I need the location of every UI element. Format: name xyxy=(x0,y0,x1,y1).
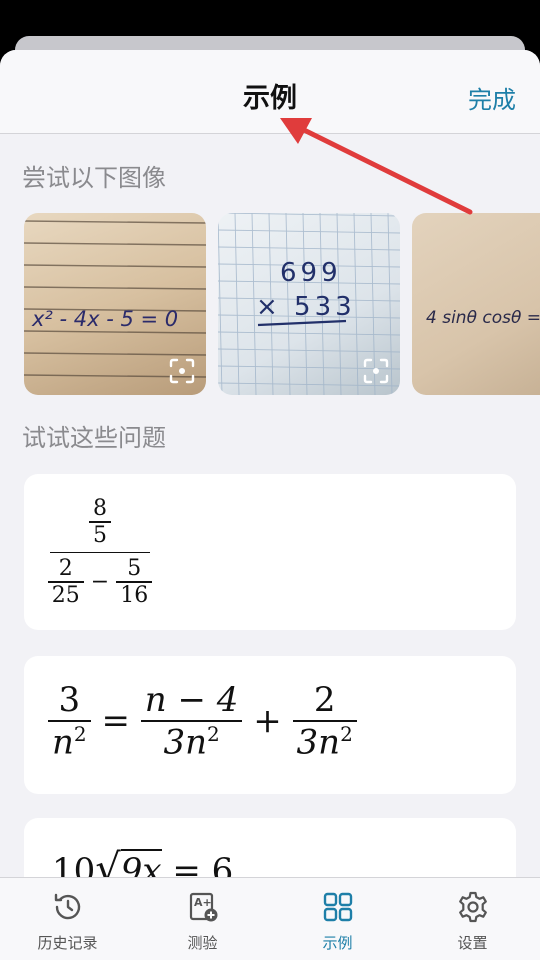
frac-den: 3n xyxy=(296,721,341,762)
frac-num: 3 xyxy=(58,680,81,720)
frac-den: 16 xyxy=(120,582,149,608)
tab-quiz[interactable]: A+ 测验 xyxy=(135,878,270,960)
problem-card-complex-fraction[interactable]: 8 5 2 25 − 5 16 xyxy=(24,474,516,630)
minus-sign: − xyxy=(90,569,110,595)
section-title-try-images: 尝试以下图像 xyxy=(22,164,166,192)
tab-history[interactable]: 历史记录 xyxy=(0,878,135,960)
gear-icon xyxy=(458,891,487,923)
exponent: 2 xyxy=(73,721,87,746)
frac-den: 25 xyxy=(51,582,80,608)
tab-examples-label: 示例 xyxy=(322,934,353,952)
equals-sign: = xyxy=(101,700,130,741)
math-complex-fraction: 8 5 2 25 − 5 16 xyxy=(47,496,153,608)
plain-paper-illustration: 4 sinθ cosθ = xyxy=(426,308,540,328)
frac-den: n xyxy=(52,721,74,762)
frac-num: 5 xyxy=(127,556,142,581)
page-title: 示例 xyxy=(243,83,297,114)
svg-text:A+: A+ xyxy=(194,896,212,909)
scan-icon xyxy=(169,358,195,384)
handwritten-equation: x² - 4x - 5 = 0 xyxy=(31,307,178,331)
example-image-multiplication[interactable]: 699 × 533 xyxy=(218,213,400,395)
tab-quiz-label: 测验 xyxy=(187,934,218,952)
examples-grid-icon xyxy=(323,892,352,922)
exponent: 2 xyxy=(340,721,353,746)
quiz-icon: A+ xyxy=(189,892,217,922)
tab-examples[interactable]: 示例 xyxy=(270,878,405,960)
examples-sheet: 示例 完成 尝试以下图像 x² - 4x - 5 = 0 699 × 533 4… xyxy=(0,50,540,960)
exponent: 2 xyxy=(206,721,220,746)
example-image-trig[interactable]: 4 sinθ cosθ = xyxy=(412,213,540,395)
handwritten-multiplicand: 699 xyxy=(280,258,342,288)
plus-sign: + xyxy=(253,700,282,741)
example-image-carousel[interactable]: x² - 4x - 5 = 0 699 × 533 4 sinθ cosθ = xyxy=(24,213,540,395)
frac-num: n − 4 xyxy=(144,680,239,720)
done-button[interactable]: 完成 xyxy=(468,80,516,115)
problem-card-rational-equation[interactable]: 3 n2 = n − 4 3n2 + 2 3n2 xyxy=(24,656,516,794)
header-bar: 示例 完成 xyxy=(0,50,540,134)
bottom-tab-bar: 历史记录 A+ 测验 示例 设置 xyxy=(0,877,540,960)
handwritten-trig: 4 sinθ cosθ = xyxy=(426,308,540,328)
frac-num: 2 xyxy=(313,680,336,720)
frac-num: 2 xyxy=(58,556,73,581)
section-title-try-problems: 试试这些问题 xyxy=(22,424,166,452)
history-icon xyxy=(54,893,80,920)
tab-settings-label: 设置 xyxy=(457,934,488,952)
example-image-quadratic[interactable]: x² - 4x - 5 = 0 xyxy=(24,213,206,395)
frac-den: 5 xyxy=(93,522,107,548)
frac-num: 8 xyxy=(93,496,107,521)
tab-settings[interactable]: 设置 xyxy=(405,878,540,960)
handwritten-multiplier: × 533 xyxy=(256,292,356,322)
frac-den: 3n xyxy=(163,721,207,762)
math-rational-equation: 3 n2 = n − 4 3n2 + 2 3n2 xyxy=(48,680,357,762)
tab-history-label: 历史记录 xyxy=(37,934,98,952)
scan-icon xyxy=(363,358,389,384)
